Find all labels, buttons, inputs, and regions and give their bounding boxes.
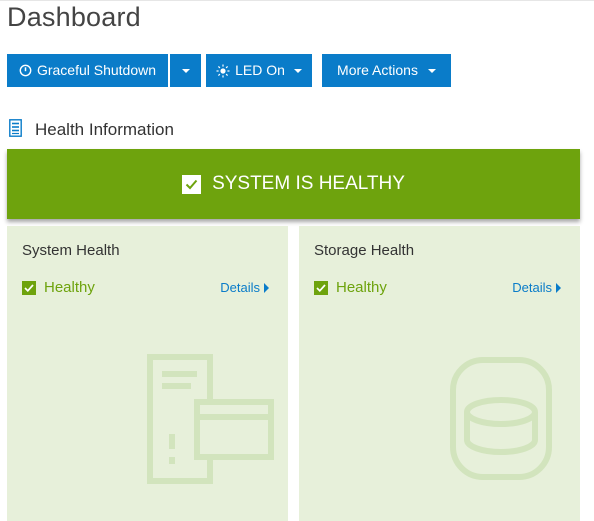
health-section-label: Health Information bbox=[35, 120, 174, 139]
banner-text: SYSTEM IS HEALTHY bbox=[212, 173, 405, 194]
storage-health-title: Storage Health bbox=[314, 242, 415, 259]
check-icon bbox=[22, 280, 36, 295]
chevron-down-icon bbox=[293, 68, 302, 73]
server-list-icon bbox=[9, 118, 22, 142]
server-icon bbox=[147, 354, 274, 484]
graceful-shutdown-button[interactable]: Graceful Shutdown bbox=[7, 54, 168, 87]
details-label: Details bbox=[512, 280, 552, 295]
graceful-shutdown-label: Graceful Shutdown bbox=[36, 62, 157, 78]
details-label: Details bbox=[220, 280, 260, 295]
page-title: Dashboard bbox=[7, 2, 141, 32]
system-health-details-link[interactable]: Details bbox=[220, 280, 269, 295]
caret-right-icon bbox=[556, 282, 561, 293]
storage-health-details-link[interactable]: Details bbox=[512, 280, 561, 295]
storage-health-status-text: Healthy bbox=[336, 279, 387, 296]
led-on-button[interactable]: LED On bbox=[206, 54, 312, 87]
led-on-label: LED On bbox=[235, 62, 285, 78]
chevron-down-icon bbox=[427, 68, 436, 73]
more-actions-label: More Actions bbox=[337, 62, 418, 78]
power-icon bbox=[19, 64, 32, 77]
system-health-banner: SYSTEM IS HEALTHY bbox=[7, 149, 580, 219]
health-section-header: Health Information bbox=[9, 118, 174, 142]
chevron-down-icon bbox=[181, 68, 190, 73]
system-health-status: Healthy bbox=[22, 279, 95, 296]
caret-right-icon bbox=[264, 282, 269, 293]
check-icon bbox=[182, 174, 202, 194]
storage-health-card: Storage Health Healthy Details bbox=[299, 226, 580, 521]
system-health-card: System Health Healthy Details bbox=[7, 226, 288, 521]
top-divider bbox=[0, 0, 594, 1]
system-health-status-text: Healthy bbox=[44, 279, 95, 296]
storage-health-status: Healthy bbox=[314, 279, 387, 296]
check-icon bbox=[314, 280, 328, 295]
shutdown-options-dropdown[interactable] bbox=[170, 54, 201, 87]
storage-icon bbox=[450, 357, 552, 480]
system-health-title: System Health bbox=[22, 242, 120, 259]
more-actions-button[interactable]: More Actions bbox=[322, 54, 451, 87]
led-icon bbox=[216, 64, 230, 78]
